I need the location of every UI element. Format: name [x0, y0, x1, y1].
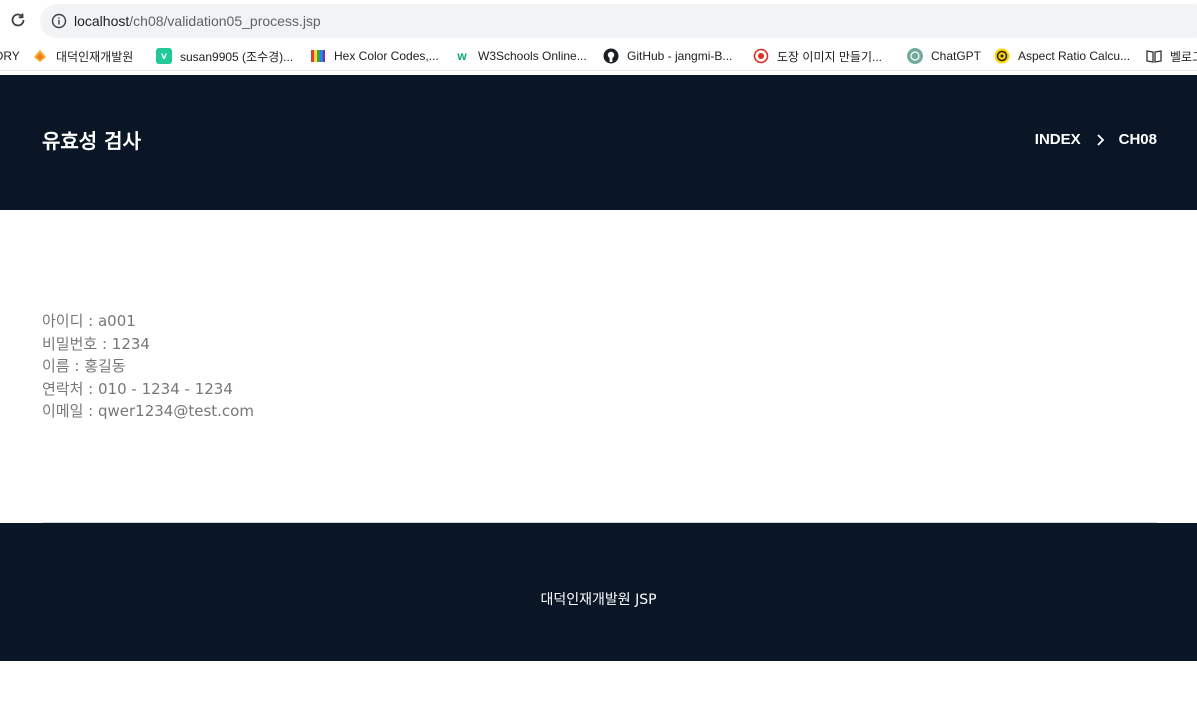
page-header: 유효성 검사 INDEX CH08 [0, 75, 1197, 210]
aspect-ratio-icon [994, 48, 1010, 64]
github-icon [603, 48, 619, 64]
bookmark-label: ChatGPT [931, 49, 982, 63]
chatgpt-icon [907, 48, 923, 64]
result-email: 이메일 : qwer1234@test.com [42, 402, 254, 421]
site-info-icon[interactable] [51, 13, 67, 29]
bookmark-item[interactable]: v susan9905 (조수경)... [156, 46, 293, 66]
bookmark-item[interactable]: 벨로그 [1146, 46, 1197, 66]
bookmarks-bar: ORY 대덕인재개발원 v susan9905 (조수경)... Hex Col… [0, 42, 1197, 71]
v-logo-icon: v [156, 48, 172, 64]
bookmark-label: ORY [0, 49, 20, 63]
url-path: /ch08/validation05_process.jsp [129, 13, 321, 29]
bookmark-item[interactable]: GitHub - jangmi-B... [603, 46, 732, 66]
bookmark-item[interactable]: ORY [0, 46, 20, 66]
result-phone: 연락처 : 010 - 1234 - 1234 [42, 379, 233, 398]
footer-text: 대덕인재개발원 JSP [540, 592, 657, 608]
bookmark-item[interactable]: w W3Schools Online... [454, 46, 587, 66]
bookmark-item[interactable]: 대덕인재개발원 [32, 46, 133, 66]
bookmark-item[interactable]: 도장 이미지 만들기... [753, 46, 882, 66]
color-book-icon [310, 48, 326, 64]
breadcrumb: INDEX CH08 [1035, 131, 1157, 148]
bookmark-label: Hex Color Codes,... [334, 49, 439, 63]
book-icon [1146, 48, 1162, 64]
breadcrumb-index-link[interactable]: INDEX [1035, 131, 1081, 148]
stamp-icon [753, 48, 769, 64]
page-footer: 대덕인재개발원 JSP [0, 523, 1197, 661]
result-name: 이름 : 홍길동 [42, 357, 126, 376]
url-host: localhost [74, 13, 130, 29]
bookmark-label: susan9905 (조수경)... [180, 49, 294, 64]
w3schools-icon: w [457, 49, 467, 63]
bookmark-label: GitHub - jangmi-B... [627, 49, 733, 63]
reload-icon[interactable] [9, 11, 27, 29]
result-id: 아이디 : a001 [42, 312, 136, 330]
bookmark-label: Aspect Ratio Calcu... [1018, 49, 1131, 63]
bookmark-label: W3Schools Online... [478, 49, 587, 63]
bookmark-item[interactable]: ChatGPT [907, 46, 981, 66]
result-password: 비밀번호 : 1234 [42, 334, 150, 353]
page-title: 유효성 검사 [42, 129, 141, 153]
bookmark-label: 벨로그 [1170, 49, 1197, 64]
bookmark-item[interactable]: Aspect Ratio Calcu... [994, 46, 1130, 66]
bookmark-item[interactable]: Hex Color Codes,... [310, 46, 439, 66]
url-text: localhost/ch08/validation05_process.jsp [74, 12, 321, 30]
orange-flame-icon [32, 48, 48, 64]
result-content: 아이디 : a001 비밀번호 : 1234 이름 : 홍길동 연락처 : 01… [42, 310, 254, 423]
chevron-right-icon [1097, 133, 1104, 146]
bookmark-label: 대덕인재개발원 [56, 49, 134, 64]
breadcrumb-current[interactable]: CH08 [1119, 131, 1157, 148]
browser-address-bar: localhost/ch08/validation05_process.jsp [0, 0, 1197, 42]
url-field[interactable]: localhost/ch08/validation05_process.jsp [40, 4, 1197, 38]
bookmark-label: 도장 이미지 만들기... [777, 49, 882, 64]
